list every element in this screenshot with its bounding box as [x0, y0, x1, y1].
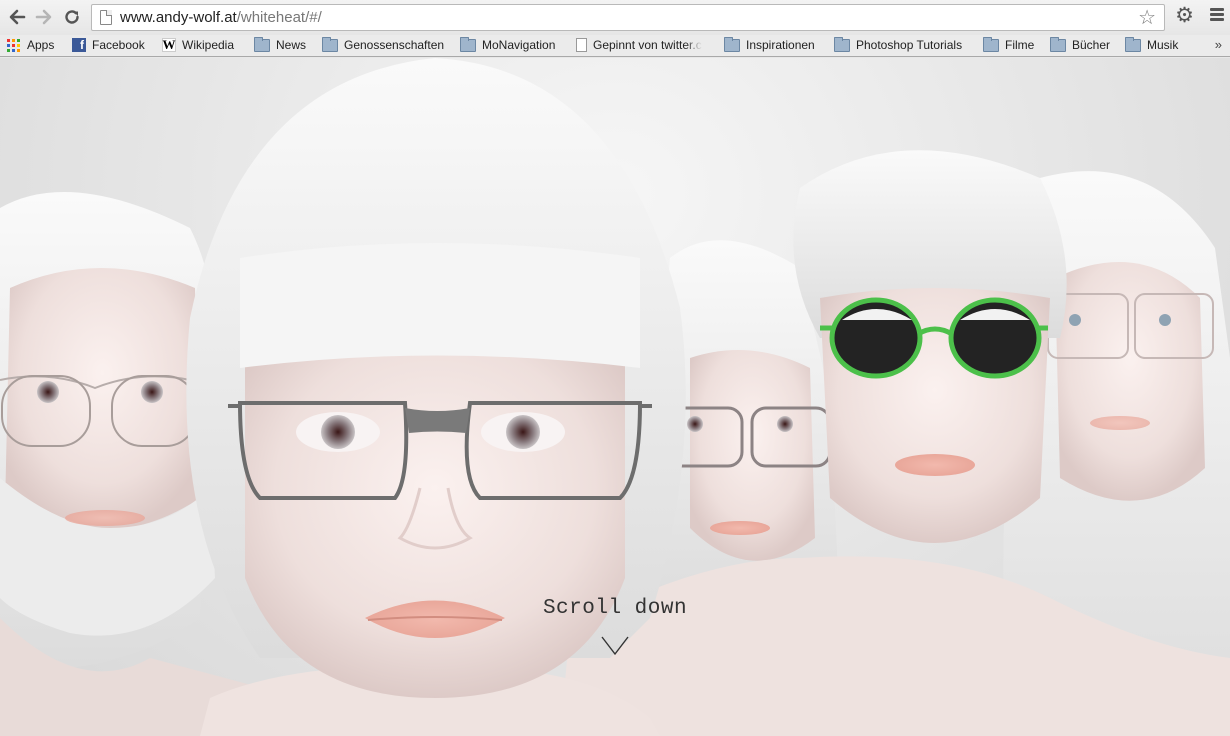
bookmark-label: Bücher — [1072, 38, 1111, 52]
bookmarks-overflow-icon[interactable]: » — [1215, 37, 1222, 52]
bookmark-star-icon[interactable]: ☆ — [1138, 8, 1156, 28]
scroll-down-label[interactable]: Scroll down — [0, 597, 1230, 620]
reload-button[interactable] — [59, 4, 85, 30]
bookmark-label: Facebook — [92, 38, 145, 52]
bookmark-label: Apps — [27, 38, 55, 52]
bookmark-facebook[interactable]: f Facebook — [72, 38, 145, 52]
wikipedia-icon: W — [162, 37, 176, 52]
bookmark-photoshop[interactable]: Photoshop Tutorials — [834, 36, 963, 52]
forward-button[interactable] — [31, 4, 57, 30]
bookmark-label: Inspirationen — [746, 38, 815, 52]
bookmark-buecher[interactable]: Bücher — [1050, 36, 1111, 52]
chevron-down-icon[interactable] — [601, 636, 629, 656]
bookmark-twitter[interactable]: Gepinnt von twitter.c — [576, 38, 708, 52]
bookmark-label: Musik — [1147, 38, 1179, 52]
apps-icon — [7, 38, 21, 52]
page-icon — [576, 38, 587, 52]
bookmark-filme[interactable]: Filme — [983, 36, 1035, 52]
bookmark-genossenschaften[interactable]: Genossenschaften — [322, 36, 445, 52]
settings-gear-icon[interactable]: ⚙ — [1175, 5, 1194, 26]
arrow-right-icon — [35, 9, 52, 25]
bookmark-monavigation[interactable]: MoNavigation — [460, 36, 556, 52]
bookmark-wikipedia[interactable]: W Wikipedia — [162, 37, 235, 52]
folder-icon — [254, 36, 270, 52]
bookmark-label: Filme — [1005, 38, 1035, 52]
folder-icon — [460, 36, 476, 52]
bookmark-label: Genossenschaften — [344, 38, 445, 52]
hero-photo — [0, 58, 1230, 736]
bookmark-musik[interactable]: Musik — [1125, 36, 1179, 52]
page-icon — [100, 10, 112, 25]
folder-icon — [724, 36, 740, 52]
browser-toolbar: www.andy-wolf.at/whiteheat/#/ ☆ ⚙ — [0, 0, 1230, 35]
reload-icon — [65, 10, 79, 24]
back-button[interactable] — [4, 4, 30, 30]
folder-icon — [983, 36, 999, 52]
arrow-left-icon — [9, 9, 26, 25]
bookmark-news[interactable]: News — [254, 36, 307, 52]
chrome-menu-icon[interactable] — [1210, 8, 1224, 22]
bookmark-label: Gepinnt von twitter.c — [593, 38, 702, 52]
bookmark-label: Wikipedia — [182, 38, 235, 52]
folder-icon — [322, 36, 338, 52]
folder-icon — [1125, 36, 1141, 52]
folder-icon — [1050, 36, 1066, 52]
bookmark-label: MoNavigation — [482, 38, 556, 52]
bookmark-label: News — [276, 38, 307, 52]
url-text: www.andy-wolf.at/whiteheat/#/ — [120, 9, 322, 26]
folder-icon — [834, 36, 850, 52]
bookmark-inspirationen[interactable]: Inspirationen — [724, 36, 815, 52]
address-bar[interactable]: www.andy-wolf.at/whiteheat/#/ ☆ — [91, 4, 1165, 31]
bookmark-apps[interactable]: Apps — [7, 38, 54, 52]
bookmarks-bar: Apps f Facebook W Wikipedia News Genosse… — [0, 35, 1230, 57]
facebook-icon: f — [72, 38, 86, 52]
hero-stage: Scroll down — [0, 58, 1230, 736]
bookmark-label: Photoshop Tutorials — [856, 38, 963, 52]
